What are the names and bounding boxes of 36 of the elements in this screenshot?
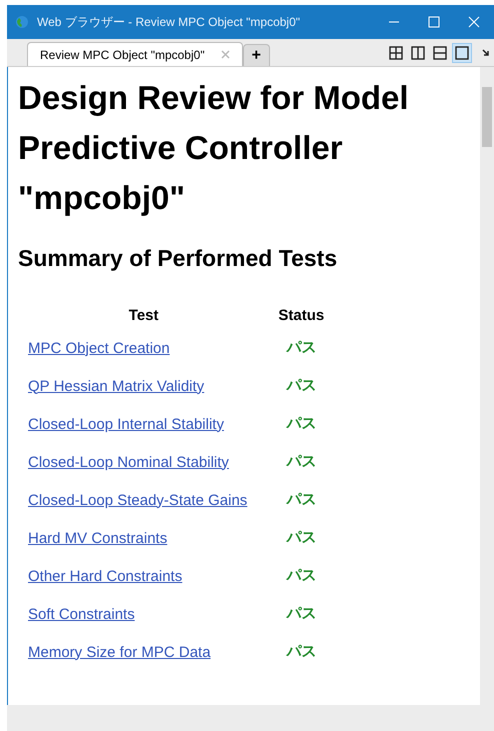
status-cell-text: パス: [285, 604, 318, 624]
status-cell-text: パス: [285, 566, 318, 586]
test-link[interactable]: QP Hessian Matrix Validity: [28, 378, 204, 394]
test-link[interactable]: Closed-Loop Internal Stability: [28, 416, 224, 432]
status-cell-text: パス: [285, 642, 318, 662]
column-header: Test: [128, 306, 160, 326]
test-link[interactable]: Memory Size for MPC Data: [28, 644, 211, 660]
page-heading: Design Review for Model Predictive Controller "mpcobj0": [18, 78, 410, 218]
test-link[interactable]: MPC Object Creation: [28, 340, 170, 356]
browser-tab[interactable]: Review MPC Object "mpcobj0": [27, 42, 243, 66]
scrollbar[interactable]: [480, 67, 494, 705]
test-link[interactable]: Closed-Loop Nominal Stability: [28, 454, 229, 470]
test-link[interactable]: Hard MV Constraints: [28, 530, 168, 546]
globe-icon: [15, 15, 29, 29]
window-title: Web ブラウザー - Review MPC Object "mpcobj0": [37, 14, 300, 31]
status-cell-text: パス: [285, 490, 318, 510]
test-link[interactable]: Closed-Loop Steady-State Gains: [28, 492, 248, 508]
status-cell-text: パス: [285, 414, 318, 434]
test-link[interactable]: Other Hard Constraints: [28, 568, 182, 584]
undock-icon[interactable]: [482, 49, 490, 57]
rows-layout-icon: [433, 46, 447, 60]
grid-layout-icon: [389, 46, 403, 60]
new-tab-button[interactable]: +: [242, 44, 270, 66]
close-icon[interactable]: [468, 16, 480, 28]
status-cell-text: パス: [285, 376, 318, 396]
status-cell-text: パス: [285, 452, 318, 472]
column-header: Status: [277, 306, 326, 326]
status-cell-text: パス: [285, 338, 318, 358]
section-heading: Summary of Performed Tests: [18, 244, 338, 273]
test-link[interactable]: Soft Constraints: [28, 606, 135, 622]
status-cell-text: パス: [285, 528, 318, 548]
layout-button[interactable]: [452, 43, 472, 63]
tab-label: Review MPC Object "mpcobj0": [40, 46, 205, 64]
columns-layout-icon: [411, 46, 425, 60]
single-layout-icon: [455, 46, 469, 60]
maximize-icon[interactable]: [428, 16, 440, 28]
